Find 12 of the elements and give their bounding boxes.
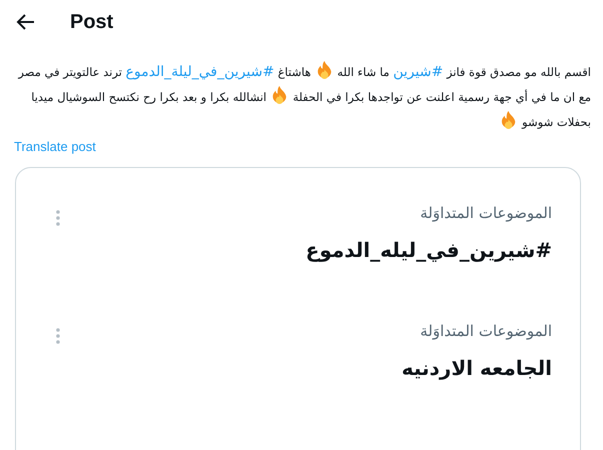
hashtag-link[interactable]: #شيرين [393,64,444,80]
more-options-icon[interactable] [56,328,60,344]
hashtag-link[interactable]: #شيرين_في_ليلة_الدموع [126,64,274,80]
trend-category: الموضوعات المتداوَلة [419,322,552,340]
trend-category: الموضوعات المتداوَلة [419,204,552,222]
trend-title[interactable]: الجامعه الاردنيه [402,356,552,380]
page-title: Post [70,10,114,34]
more-options-icon[interactable] [56,210,60,226]
trend-title[interactable]: #شيرين_في_ليله_الدموع [306,238,552,262]
back-arrow-icon[interactable] [16,12,36,32]
translate-link[interactable]: Translate post [14,139,96,154]
post-text: اقسم بالله مو مصدق قوة فانز #شيرين ما شاء الله هاشتاغ #شيرين_في_ليلة_الدموع ترند عالتويتر في مصر مع ان ما في أي جهة رسمية اعلنت عن تواجدها بكرا في الحفلة انشالله بكرا و بعد بكرا رح نكتسح السوشيال ميديا بحفلات شوشو [12,60,591,135]
